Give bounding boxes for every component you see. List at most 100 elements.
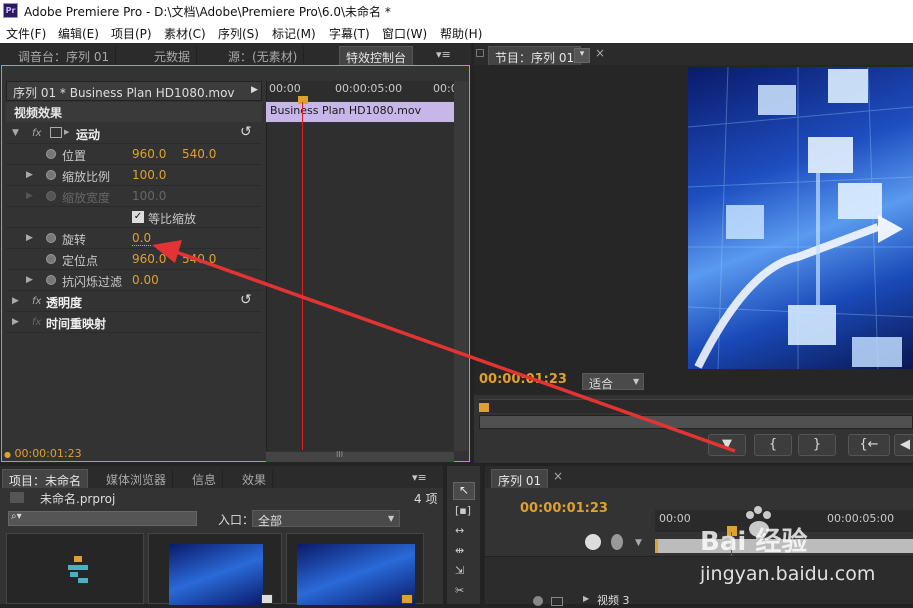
- stopwatch-icon[interactable]: [46, 275, 56, 285]
- track-select-tool-icon[interactable]: [▪]: [455, 504, 471, 517]
- sequence-timecode[interactable]: 00:00:01:23: [520, 501, 608, 516]
- close-icon[interactable]: ×: [595, 46, 605, 60]
- tools-panel: ↖ [▪] ↔ ⇹ ⇲ ✂: [447, 466, 480, 604]
- menu-window[interactable]: 窗口(W): [382, 25, 427, 42]
- program-playhead[interactable]: [479, 403, 489, 412]
- anchor-x-value[interactable]: 960.0: [132, 252, 166, 266]
- scale-width-value: 100.0: [132, 189, 167, 203]
- ec-vertical-scrollbar[interactable]: [454, 81, 468, 451]
- scale-value[interactable]: 100.0: [132, 168, 166, 182]
- menu-file[interactable]: 文件(F): [6, 25, 46, 42]
- selection-tool-icon[interactable]: ↖: [453, 482, 475, 500]
- zoom-scroll-bar[interactable]: [479, 415, 913, 429]
- program-scrub-bar[interactable]: [479, 399, 913, 413]
- opacity-row[interactable]: ▶ fx 透明度 ↺: [6, 291, 262, 312]
- snap-icon[interactable]: [585, 534, 601, 550]
- anti-flicker-value[interactable]: 0.00: [132, 273, 159, 287]
- add-marker-icon[interactable]: ▼: [635, 538, 642, 548]
- position-x-value[interactable]: 960.0: [132, 147, 166, 161]
- clip-header: 序列 01 * Business Plan HD1080.mov ▶: [6, 81, 262, 101]
- marker-icon[interactable]: [611, 534, 623, 550]
- fit-select[interactable]: 适合 ▼: [582, 373, 644, 391]
- transform-arrow-icon: ▶: [64, 128, 70, 136]
- reset-icon[interactable]: ↺: [240, 292, 252, 308]
- anti-flicker-label: 抗闪烁过滤: [62, 275, 123, 289]
- rate-stretch-tool-icon[interactable]: ⇲: [455, 564, 464, 577]
- entry-select[interactable]: 全部 ▼: [252, 510, 400, 528]
- position-y-value[interactable]: 540.0: [182, 147, 216, 161]
- expand-triangle-icon[interactable]: ▶: [26, 233, 33, 243]
- search-input[interactable]: ⌕▾: [8, 511, 197, 526]
- menu-edit[interactable]: 编辑(E): [58, 25, 99, 42]
- video-effects-header: 视频效果: [6, 102, 262, 122]
- top-left-tab-bar: 调音台：序列 01 元数据 源：(无素材) 特效控制台 ▾≡: [0, 43, 471, 65]
- stopwatch-icon[interactable]: [46, 233, 56, 243]
- media-thumbnail-1[interactable]: [148, 533, 282, 605]
- panel-menu-icon[interactable]: ▾≡: [412, 471, 427, 484]
- tab-info[interactable]: 信息: [186, 469, 224, 488]
- ec-ruler-mid: 00:00:05:00: [335, 82, 403, 95]
- program-video-frame: [688, 67, 913, 369]
- expand-triangle-icon[interactable]: ▶: [583, 594, 589, 603]
- ec-playhead-handle[interactable]: [298, 96, 308, 104]
- razor-tool-icon[interactable]: ✂: [455, 584, 464, 597]
- media-thumbnail-2[interactable]: [286, 533, 424, 605]
- stopwatch-icon[interactable]: [46, 254, 56, 264]
- tab-program[interactable]: 节目：序列 01: [488, 46, 582, 65]
- ec-clip-bar[interactable]: Business Plan HD1080.mov: [266, 102, 454, 122]
- menu-sequence[interactable]: 序列(S): [218, 25, 259, 42]
- scale-width-row: ▶ 缩放宽度 100.0: [6, 186, 262, 207]
- ec-time-ruler[interactable]: 00:00 00:00:05:00 00:0: [266, 81, 458, 101]
- expand-triangle-icon[interactable]: ▼: [12, 128, 19, 138]
- tab-effects[interactable]: 效果: [236, 469, 274, 488]
- stopwatch-icon[interactable]: [46, 170, 56, 180]
- menu-marker[interactable]: 标记(M): [272, 25, 316, 42]
- uniform-scale-checkbox[interactable]: ✓: [132, 211, 144, 223]
- panel-grip-icon: [476, 49, 484, 57]
- go-to-in-button[interactable]: {←: [848, 434, 890, 456]
- rolling-edit-tool-icon[interactable]: ⇹: [455, 544, 464, 557]
- tab-source[interactable]: 源：(无素材): [222, 46, 305, 65]
- lock-icon[interactable]: [551, 597, 563, 606]
- anchor-y-value[interactable]: 540.0: [182, 252, 216, 266]
- baidu-url: jingyan.baidu.com: [700, 563, 876, 585]
- menu-project[interactable]: 项目(P): [111, 25, 152, 42]
- expand-triangle-icon[interactable]: ▶: [26, 275, 33, 285]
- tab-effect-controls[interactable]: 特效控制台: [339, 46, 414, 65]
- tab-media-browser[interactable]: 媒体浏览器: [100, 469, 174, 488]
- program-timecode[interactable]: 00:00:01:23: [479, 372, 567, 387]
- expand-triangle-icon[interactable]: ▶: [12, 296, 19, 306]
- rotation-value[interactable]: 0.0: [132, 231, 152, 246]
- search-icon: ⌕▾: [11, 511, 22, 522]
- play-only-icon[interactable]: ▶: [251, 85, 258, 95]
- tab-metadata[interactable]: 元数据: [148, 46, 198, 65]
- mark-in-button[interactable]: {: [754, 434, 792, 456]
- expand-triangle-icon[interactable]: ▶: [12, 317, 19, 327]
- ec-keyframe-area[interactable]: [266, 123, 454, 451]
- ec-current-time[interactable]: 00:00:01:23: [14, 447, 81, 460]
- time-remap-row[interactable]: ▶ fx 时间重映射: [6, 312, 262, 333]
- menu-help[interactable]: 帮助(H): [440, 25, 482, 42]
- step-back-button[interactable]: ◀: [894, 434, 913, 456]
- program-tab-bar: 节目：序列 01 ▾ ×: [474, 43, 913, 65]
- menu-clip[interactable]: 素材(C): [164, 25, 206, 42]
- reset-icon[interactable]: ↺: [240, 124, 252, 140]
- tab-sequence[interactable]: 序列 01: [491, 469, 549, 488]
- expand-triangle-icon[interactable]: ▶: [26, 170, 33, 180]
- program-dropdown-icon[interactable]: ▾: [574, 48, 590, 63]
- stopwatch-icon[interactable]: [46, 149, 56, 159]
- ripple-edit-tool-icon[interactable]: ↔: [455, 524, 464, 537]
- panel-menu-icon[interactable]: ▾≡: [436, 48, 451, 61]
- ec-horizontal-scrollbar[interactable]: III: [266, 450, 454, 462]
- item-count: 4 项: [414, 492, 438, 506]
- menu-title[interactable]: 字幕(T): [329, 25, 370, 42]
- motion-row[interactable]: ▼ fx ▶ 运动 ↺: [6, 123, 262, 144]
- mark-out-button[interactable]: }: [798, 434, 836, 456]
- transform-box-icon[interactable]: [50, 127, 62, 138]
- close-icon[interactable]: ×: [553, 469, 563, 483]
- tab-audio-mixer[interactable]: 调音台：序列 01: [12, 46, 117, 65]
- add-marker-button[interactable]: ▼: [708, 434, 746, 456]
- tab-project[interactable]: 项目：未命名: [2, 469, 89, 488]
- sequence-thumbnail[interactable]: [6, 533, 144, 604]
- eye-icon[interactable]: [533, 596, 543, 606]
